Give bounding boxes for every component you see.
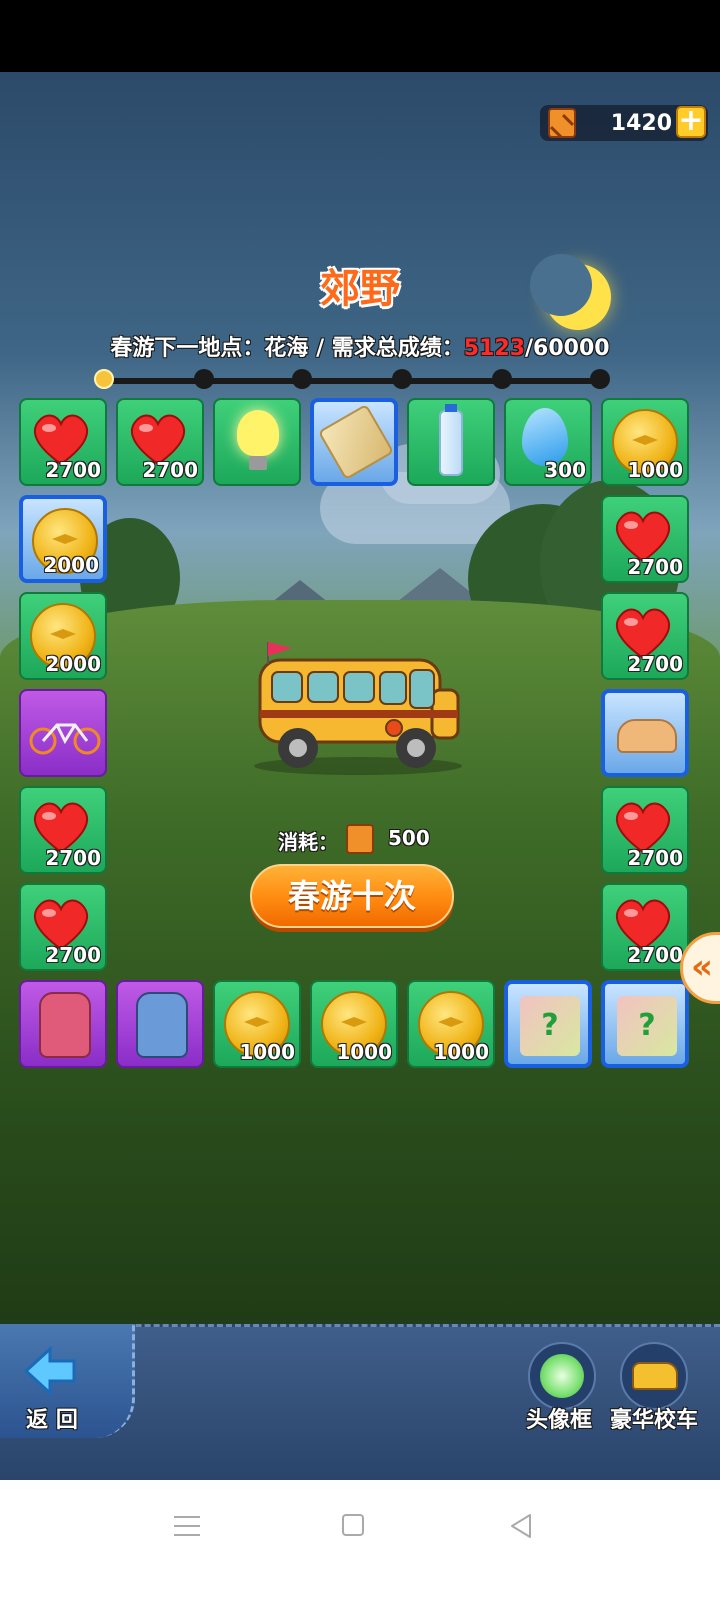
progress-node <box>292 369 312 389</box>
bus-icon <box>632 1362 678 1390</box>
tile-value: 1000 <box>627 458 683 482</box>
progress-node <box>392 369 412 389</box>
target-score: 60000 <box>533 336 610 361</box>
school-bus-icon <box>254 642 462 775</box>
bulb-icon <box>237 410 279 470</box>
location-title: 郊野 <box>320 266 400 312</box>
board-tile[interactable] <box>19 980 107 1068</box>
scooter-icon <box>617 719 677 753</box>
system-nav-bar <box>0 1480 720 1600</box>
menu-icon[interactable] <box>174 1516 200 1536</box>
board-tile[interactable] <box>116 980 204 1068</box>
tile-value: 2700 <box>45 458 101 482</box>
goal-separator: / <box>525 336 534 361</box>
back-label[interactable]: 返 回 <box>22 1402 82 1434</box>
board-tile[interactable] <box>213 398 301 486</box>
board-tile[interactable]: ? <box>504 980 592 1068</box>
back-arrow-icon[interactable] <box>22 1346 78 1396</box>
progress-track <box>104 378 604 384</box>
moon-shadow <box>530 254 592 316</box>
board-tile[interactable]: 2700 <box>116 398 204 486</box>
diploma-icon <box>317 403 394 481</box>
cost-label: 消耗： <box>278 830 338 854</box>
tile-value: 2700 <box>627 846 683 870</box>
mystery-box-icon: ? <box>520 996 580 1056</box>
board-tile[interactable]: 2700 <box>601 883 689 971</box>
avatar-frame-button[interactable] <box>528 1342 596 1410</box>
bicycle-icon <box>29 715 101 755</box>
board-tile[interactable] <box>601 689 689 777</box>
tile-value: 2700 <box>627 652 683 676</box>
board-tile[interactable] <box>310 398 398 486</box>
tile-value: 300 <box>544 458 586 482</box>
board-tile[interactable]: 2700 <box>601 786 689 874</box>
board-tile[interactable]: 1000 <box>407 980 495 1068</box>
board-tile[interactable]: 2000 <box>19 495 107 583</box>
luxury-bus-label[interactable]: 豪华校车 <box>610 1402 698 1434</box>
tile-value: 2700 <box>45 943 101 967</box>
luxury-bus-button[interactable] <box>620 1342 688 1410</box>
tile-value: 2700 <box>627 555 683 579</box>
tile-value: 1000 <box>433 1040 489 1064</box>
board-tile[interactable]: 1000 <box>213 980 301 1068</box>
tile-value: 2700 <box>627 943 683 967</box>
backpack-icon <box>136 992 188 1058</box>
board-tile[interactable] <box>19 689 107 777</box>
water-bottle-icon <box>439 404 463 476</box>
status-bar <box>0 0 720 72</box>
goal-prefix: 春游下一地点：花海 / 需求总成绩： <box>110 336 464 361</box>
goal-line: 春游下一地点：花海 / 需求总成绩：5123/60000 <box>60 330 660 362</box>
board-tile[interactable]: 2000 <box>19 592 107 680</box>
backpack-icon <box>39 992 91 1058</box>
add-fuel-button[interactable]: + <box>676 106 706 138</box>
avatar-frame-label[interactable]: 头像框 <box>526 1402 592 1434</box>
progress-node <box>94 369 114 389</box>
nav-back-icon[interactable] <box>508 1512 534 1540</box>
progress-node <box>590 369 610 389</box>
tile-value: 2700 <box>142 458 198 482</box>
board-tile[interactable]: 2700 <box>19 398 107 486</box>
board-tile[interactable]: ? <box>601 980 689 1068</box>
current-score: 5123 <box>463 336 525 361</box>
fuel-count: 1420 <box>610 111 672 136</box>
board-tile[interactable]: 300 <box>504 398 592 486</box>
tile-value: 2700 <box>45 846 101 870</box>
board-tile[interactable]: 2700 <box>601 592 689 680</box>
board-tile[interactable]: 1000 <box>601 398 689 486</box>
cost-value: 500 <box>388 826 430 850</box>
tile-value: 1000 <box>336 1040 392 1064</box>
fuel-can-icon <box>346 824 374 854</box>
tile-value: 1000 <box>239 1040 295 1064</box>
spring-trip-ten-button[interactable]: 春游十次 <box>250 864 454 928</box>
board-tile[interactable]: 2700 <box>19 786 107 874</box>
home-icon[interactable] <box>342 1514 364 1536</box>
board-tile[interactable] <box>407 398 495 486</box>
progress-node <box>492 369 512 389</box>
fuel-can-icon <box>548 108 576 138</box>
mystery-box-icon: ? <box>617 996 677 1056</box>
board-tile[interactable]: 2700 <box>19 883 107 971</box>
avatar-frame-icon <box>540 1354 584 1398</box>
board-tile[interactable]: 2700 <box>601 495 689 583</box>
progress-node <box>194 369 214 389</box>
tile-value: 2000 <box>43 553 99 577</box>
tile-value: 2000 <box>45 652 101 676</box>
board-tile[interactable]: 1000 <box>310 980 398 1068</box>
